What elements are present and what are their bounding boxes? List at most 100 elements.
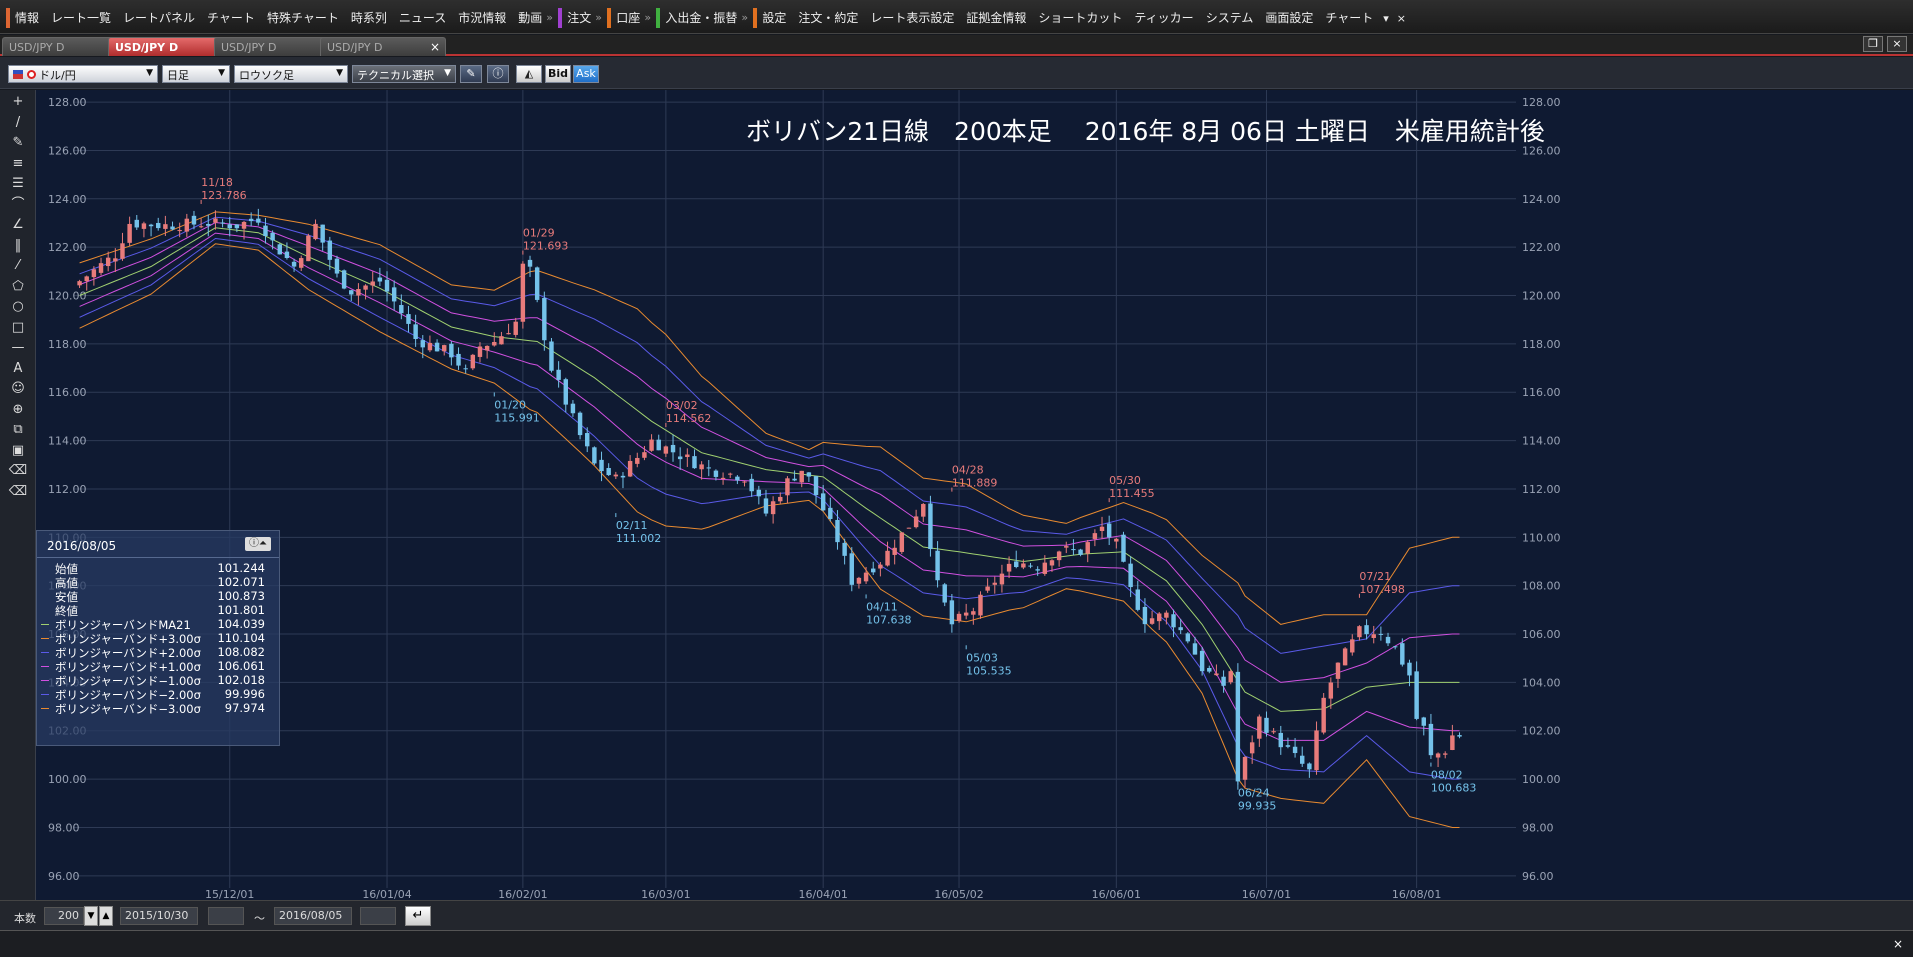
candle-down bbox=[327, 240, 333, 260]
paint-tool-icon[interactable]: ⊕ bbox=[7, 400, 29, 420]
candle-down bbox=[1292, 746, 1298, 754]
chart-area[interactable]: 96.00 96.00 98.00 98.00 100.00 100.00 102.00 10… bbox=[36, 90, 1913, 900]
candle-up bbox=[1321, 697, 1326, 733]
trendline-tool-icon[interactable]: / bbox=[7, 113, 29, 133]
menu-close-icon[interactable]: × bbox=[1393, 12, 1410, 25]
close-panel-icon[interactable]: × bbox=[1893, 937, 1903, 951]
fan-tool-icon[interactable]: ∠ bbox=[7, 215, 29, 235]
circle-tool-icon[interactable]: ○ bbox=[7, 297, 29, 317]
candle-down bbox=[170, 226, 175, 230]
channel-tool-icon[interactable]: ⁄ bbox=[7, 256, 29, 276]
candle-up bbox=[992, 582, 997, 585]
area-chart-button[interactable]: ◭ bbox=[516, 65, 542, 83]
candle-up bbox=[1450, 735, 1455, 751]
pencil-tool-icon[interactable]: ✎ bbox=[7, 133, 29, 153]
menu-bar: 情報レート一覧レートパネルチャート特殊チャート時系列ニュース市況情報動画注文口座… bbox=[0, 0, 1913, 34]
info-button[interactable]: ⓘ bbox=[487, 65, 509, 83]
menu-item[interactable]: レートパネル bbox=[117, 8, 201, 28]
candle-up bbox=[642, 452, 647, 458]
candle-down bbox=[1014, 561, 1019, 568]
info-value: 97.974 bbox=[224, 701, 265, 715]
count-up-button[interactable]: ▲ bbox=[99, 906, 113, 926]
menu-item[interactable]: 時系列 bbox=[345, 8, 393, 28]
info-value: 101.244 bbox=[217, 561, 265, 575]
menu-item[interactable]: 注文・約定 bbox=[792, 8, 864, 28]
emoji-tool-icon[interactable]: ☺ bbox=[7, 379, 29, 399]
menu-item[interactable]: 画面設定 bbox=[1259, 8, 1319, 28]
bb-plus-2sigma-line bbox=[79, 216, 1460, 654]
y-tick-label-right: 118.00 bbox=[1522, 338, 1561, 351]
menu-item[interactable]: 動画 bbox=[512, 8, 548, 28]
tab-close-icon[interactable]: × bbox=[430, 40, 440, 54]
apply-range-button[interactable]: ↵ bbox=[405, 906, 431, 926]
copy-tool-icon[interactable]: ⧉ bbox=[7, 420, 29, 440]
extreme-date-label: 06/24 bbox=[1238, 787, 1270, 800]
vlines-tool-icon[interactable]: ‖ bbox=[7, 236, 29, 256]
bar-count-field[interactable]: 200 bbox=[44, 907, 84, 925]
from-time-field[interactable] bbox=[208, 907, 244, 925]
menu-item[interactable]: レート表示設定 bbox=[864, 8, 960, 28]
y-tick-label-left: 98.00 bbox=[48, 821, 80, 834]
chart-tab-bar: ❐ × USD/JPY D×USD/JPY D×USD/JPY D×USD/JP… bbox=[0, 35, 1913, 56]
menu-item[interactable]: システム bbox=[1200, 8, 1260, 28]
menu-item[interactable]: ティッカー bbox=[1128, 8, 1199, 28]
y-tick-label-left: 122.00 bbox=[48, 241, 87, 254]
timeframe-select[interactable]: 日足 ▼ bbox=[162, 65, 230, 83]
eraser-tool-icon[interactable]: ⌫ bbox=[7, 461, 29, 481]
symbol-select[interactable]: ドル/円 ▼ bbox=[8, 65, 158, 83]
polygon-tool-icon[interactable]: ⬠ bbox=[7, 277, 29, 297]
from-date-field[interactable]: 2015/10/30 bbox=[120, 907, 198, 925]
menu-item[interactable]: ニュース bbox=[393, 8, 452, 28]
crosshair-tool-icon[interactable]: + bbox=[7, 92, 29, 112]
bid-button[interactable]: Bid bbox=[545, 65, 571, 83]
candle-up bbox=[1435, 753, 1441, 758]
menu-item[interactable]: 証拠金情報 bbox=[960, 8, 1032, 28]
info-collapse-icon[interactable]: ⓘ⏶ bbox=[245, 537, 271, 551]
menu-item[interactable]: ショートカット bbox=[1032, 8, 1128, 28]
extreme-value-label: 121.693 bbox=[523, 240, 569, 253]
to-date-field[interactable]: 2016/08/05 bbox=[274, 907, 352, 925]
layers-tool-icon[interactable]: ▣ bbox=[7, 441, 29, 461]
to-time-field[interactable] bbox=[360, 907, 396, 925]
text-tool-icon[interactable]: A bbox=[7, 359, 29, 379]
menu-item[interactable]: 入出金・振替 bbox=[644, 8, 743, 28]
hlines2-tool-icon[interactable]: ☰ bbox=[7, 174, 29, 194]
hlines-tool-icon[interactable]: ≡ bbox=[7, 154, 29, 174]
triangle-down-icon: ▼ bbox=[87, 911, 95, 921]
eraser2-tool-icon[interactable]: ⌫ bbox=[7, 482, 29, 502]
draw-pen-button[interactable]: ✎ bbox=[460, 65, 482, 83]
arc-tool-icon[interactable]: ⌒ bbox=[7, 195, 29, 215]
technical-select[interactable]: テクニカル選択 ▼ bbox=[352, 65, 456, 83]
menu-dropdown-icon[interactable]: ▾ bbox=[1379, 12, 1393, 25]
menu-item[interactable]: 口座 bbox=[595, 8, 646, 28]
count-down-button[interactable]: ▼ bbox=[84, 906, 98, 926]
candle-down bbox=[599, 459, 604, 472]
restore-window-button[interactable]: ❐ bbox=[1863, 36, 1883, 52]
candle-down bbox=[156, 222, 161, 229]
candlestick-chart[interactable]: 96.00 96.00 98.00 98.00 100.00 100.00 102.00 10… bbox=[36, 90, 1913, 900]
info-value: 102.018 bbox=[217, 673, 265, 687]
info-value: 101.801 bbox=[217, 603, 265, 617]
info-value: 108.082 bbox=[217, 645, 265, 659]
menu-item[interactable]: 設定 bbox=[741, 8, 792, 28]
chart-toolbar: ドル/円 ▼ 日足 ▼ ロウソク足 ▼ テクニカル選択 ▼ ✎ ⓘ ◭ Bid … bbox=[0, 57, 1913, 89]
hline-tool-icon[interactable]: — bbox=[7, 338, 29, 358]
close-window-button[interactable]: × bbox=[1887, 36, 1907, 52]
menu-item[interactable]: チャート bbox=[201, 8, 261, 28]
extreme-value-label: 115.991 bbox=[494, 411, 540, 424]
chart-type-select[interactable]: ロウソク足 ▼ bbox=[234, 65, 348, 83]
candle-down bbox=[1185, 633, 1191, 642]
candle-down bbox=[1171, 614, 1176, 628]
menu-item[interactable]: チャート bbox=[1319, 8, 1379, 28]
menu-item[interactable]: レート一覧 bbox=[45, 8, 117, 28]
menu-item[interactable]: 特殊チャート bbox=[261, 8, 345, 28]
extreme-date-label: 11/18 bbox=[201, 176, 233, 189]
menu-item[interactable]: 市況情報 bbox=[452, 8, 512, 28]
rectangle-tool-icon[interactable]: □ bbox=[7, 318, 29, 338]
candle-up bbox=[627, 460, 633, 477]
chart-tab[interactable]: USD/JPY D × bbox=[320, 37, 446, 56]
ask-button[interactable]: Ask bbox=[573, 65, 599, 83]
menu-item[interactable]: 情報 bbox=[6, 8, 45, 28]
candle-up bbox=[1021, 563, 1026, 568]
menu-item[interactable]: 注文 bbox=[546, 8, 597, 28]
